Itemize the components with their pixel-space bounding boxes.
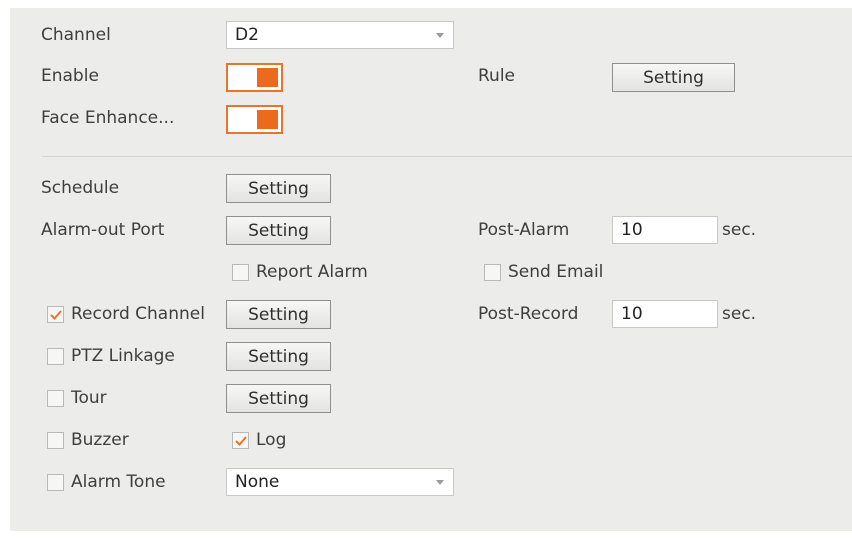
send-email-label: Send Email xyxy=(508,262,604,282)
log-label: Log xyxy=(256,430,287,450)
face-enhance-label: Face Enhance... xyxy=(41,108,175,128)
tour-checkbox[interactable] xyxy=(47,390,64,407)
enable-toggle[interactable] xyxy=(226,63,283,92)
alarm-out-port-label: Alarm-out Port xyxy=(41,220,165,240)
buzzer-checkbox[interactable] xyxy=(47,432,64,449)
post-record-value: 10 xyxy=(621,304,643,324)
toggle-knob xyxy=(257,68,278,87)
toggle-knob xyxy=(257,110,278,129)
tour-setting-button[interactable]: Setting xyxy=(226,384,331,413)
post-record-unit: sec. xyxy=(722,304,757,324)
post-alarm-input[interactable]: 10 xyxy=(612,216,718,244)
tour-label: Tour xyxy=(71,388,107,408)
send-email-checkbox[interactable] xyxy=(484,264,501,281)
schedule-setting-button[interactable]: Setting xyxy=(226,174,331,203)
rule-label: Rule xyxy=(478,66,516,86)
enable-label: Enable xyxy=(41,66,99,86)
post-record-label: Post-Record xyxy=(478,304,579,324)
post-record-input[interactable]: 10 xyxy=(612,300,718,328)
buzzer-label: Buzzer xyxy=(71,430,129,450)
record-channel-setting-button[interactable]: Setting xyxy=(226,300,331,329)
section-divider xyxy=(42,156,852,157)
check-icon xyxy=(235,436,247,446)
ptz-linkage-setting-button[interactable]: Setting xyxy=(226,342,331,371)
chevron-down-icon xyxy=(436,480,444,485)
post-alarm-unit: sec. xyxy=(722,220,757,240)
check-icon xyxy=(50,310,62,320)
channel-label: Channel xyxy=(41,25,111,45)
alarm-tone-select-value: None xyxy=(235,472,280,492)
channel-select[interactable]: D2 xyxy=(226,21,454,49)
record-channel-label: Record Channel xyxy=(71,304,205,324)
channel-select-value: D2 xyxy=(235,25,259,45)
schedule-label: Schedule xyxy=(41,178,120,198)
ptz-linkage-checkbox[interactable] xyxy=(47,348,64,365)
post-alarm-value: 10 xyxy=(621,220,643,240)
log-checkbox[interactable] xyxy=(232,432,249,449)
post-alarm-label: Post-Alarm xyxy=(478,220,570,240)
ptz-linkage-label: PTZ Linkage xyxy=(71,346,175,366)
report-alarm-label: Report Alarm xyxy=(256,262,368,282)
rule-setting-button[interactable]: Setting xyxy=(612,63,735,92)
alarm-tone-select[interactable]: None xyxy=(226,468,454,496)
alarm-tone-label: Alarm Tone xyxy=(71,472,166,492)
face-enhance-toggle[interactable] xyxy=(226,105,283,134)
settings-panel: Channel D2 Enable Rule Setting Face Enha… xyxy=(10,8,852,531)
report-alarm-checkbox[interactable] xyxy=(232,264,249,281)
alarm-tone-checkbox[interactable] xyxy=(47,474,64,491)
chevron-down-icon xyxy=(436,33,444,38)
alarm-out-setting-button[interactable]: Setting xyxy=(226,216,331,245)
record-channel-checkbox[interactable] xyxy=(47,306,64,323)
